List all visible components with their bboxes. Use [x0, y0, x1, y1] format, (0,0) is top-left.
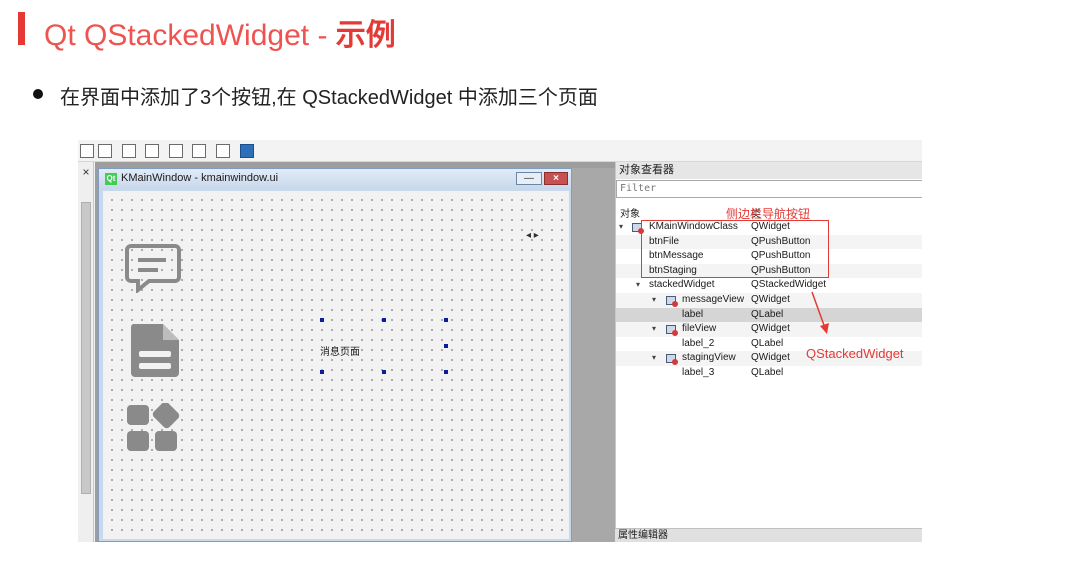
designer-toolbar — [78, 140, 922, 162]
selection-handle[interactable] — [382, 318, 386, 322]
expand-arrow-icon[interactable]: ▾ — [619, 220, 623, 235]
nav-buttons-highlight — [641, 220, 829, 278]
selection-handle[interactable] — [444, 318, 448, 322]
annotation-arrow-icon — [811, 291, 829, 334]
form-canvas[interactable]: 消息页面 ◂ ▸ — [103, 191, 569, 539]
widget-icon — [666, 325, 678, 337]
apps-icon[interactable] — [125, 403, 183, 455]
object-class: QLabel — [751, 337, 784, 349]
message-icon[interactable] — [125, 243, 183, 293]
column-object[interactable]: 对象 — [620, 205, 640, 220]
object-name: label_2 — [682, 337, 715, 349]
expand-arrow-icon[interactable]: ▾ — [652, 351, 656, 366]
stacked-page-label[interactable]: 消息页面 — [320, 343, 360, 358]
inspector-title: 对象查看器 — [616, 162, 922, 179]
filter-input[interactable]: Filter — [616, 180, 922, 198]
selection-handle[interactable] — [320, 318, 324, 322]
annotation-nav-buttons: 侧边栏导航按钮 — [726, 207, 811, 221]
object-class: QWidget — [751, 352, 790, 364]
annotation-stacked-widget: QStackedWidget — [806, 346, 904, 361]
selection-handle[interactable] — [382, 370, 386, 374]
object-name: label — [682, 308, 704, 320]
tree-row-label[interactable]: label QLabel — [616, 307, 922, 323]
adjust-size-icon[interactable] — [240, 144, 254, 158]
expand-arrow-icon[interactable]: ▾ — [636, 278, 640, 293]
splitter-vertical-icon[interactable] — [145, 144, 159, 158]
layout-form-icon[interactable] — [192, 144, 206, 158]
form-titlebar: Qt KMainWindow - kmainwindow.ui — × — [99, 169, 571, 188]
expand-arrow-icon[interactable]: ▾ — [652, 322, 656, 337]
designer-screenshot: × Qt KMainWindow - kmainwindow.ui — × 消息… — [78, 140, 922, 542]
object-name: messageView — [682, 294, 745, 305]
widget-icon — [666, 296, 678, 307]
bullet-dot — [33, 89, 43, 99]
selection-handle[interactable] — [320, 370, 324, 374]
title-emphasis: 示例 — [335, 19, 396, 52]
left-scrollbar[interactable] — [81, 202, 91, 494]
minimize-button[interactable]: — — [516, 172, 542, 185]
object-class: QLabel — [751, 308, 784, 320]
file-icon[interactable] — [129, 321, 181, 379]
selection-handle[interactable] — [444, 344, 448, 348]
title-prefix: Qt QStackedWidget - — [44, 19, 336, 52]
splitter-horizontal-icon[interactable] — [122, 144, 136, 158]
property-editor-title: 属性编辑器 — [615, 528, 922, 542]
slide-title: Qt QStackedWidget - 示例 — [44, 10, 396, 54]
title-accent-bar — [18, 12, 25, 45]
expand-arrow-icon[interactable]: ▾ — [652, 293, 656, 308]
layout-vertical-icon[interactable] — [98, 144, 112, 158]
widget-icon — [666, 354, 678, 366]
bullet-text: 在界面中添加了3个按钮,在 QStackedWidget 中添加三个页面 — [60, 87, 598, 109]
object-name: stackedWidget — [649, 279, 715, 291]
tree-row-stackedwidget[interactable]: ▾ stackedWidget QStackedWidget — [616, 278, 922, 293]
object-name: label_3 — [682, 367, 715, 378]
object-name: stagingView — [682, 352, 736, 364]
object-name: fileView — [682, 323, 717, 335]
layout-grid-icon[interactable] — [169, 144, 183, 158]
tree-row-fileview[interactable]: ▾ fileView QWidget — [616, 322, 922, 337]
splitter-gap — [572, 168, 615, 542]
tree-row-label-3[interactable]: label_3 QLabel — [616, 366, 922, 381]
break-layout-icon[interactable] — [216, 144, 230, 158]
close-button[interactable]: × — [544, 172, 568, 185]
object-class: QLabel — [751, 367, 784, 378]
form-window: Qt KMainWindow - kmainwindow.ui — × 消息页面… — [98, 168, 572, 542]
object-class: QWidget — [751, 294, 790, 305]
qt-logo-icon: Qt — [105, 173, 117, 185]
selection-handle[interactable] — [444, 370, 448, 374]
tree-row-messageview[interactable]: ▾ messageView QWidget — [616, 293, 922, 308]
resize-indicator-icon[interactable]: ◂ ▸ — [526, 230, 539, 241]
object-class: QWidget — [751, 323, 790, 335]
layout-horizontal-icon[interactable] — [80, 144, 94, 158]
close-icon[interactable]: × — [78, 164, 94, 180]
form-title: KMainWindow - kmainwindow.ui — [121, 172, 279, 184]
